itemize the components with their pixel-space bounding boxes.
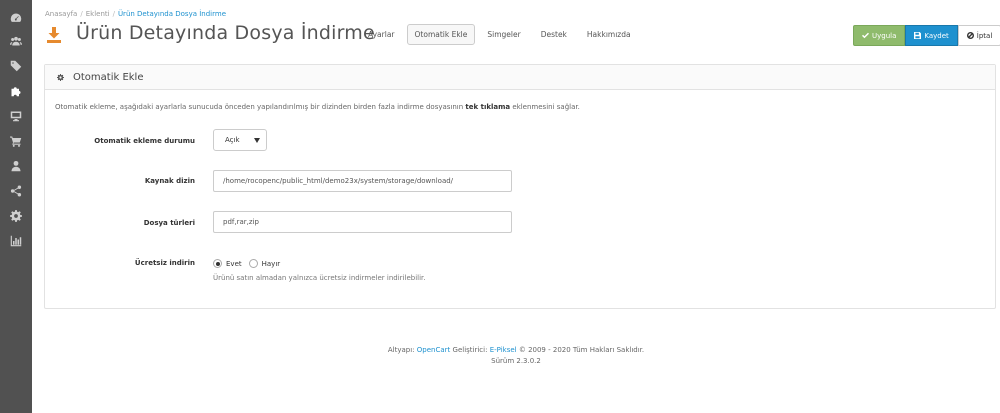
action-buttons: Uygula Kaydet İptal: [853, 25, 1000, 46]
status-label: Otomatik ekleme durumu: [94, 137, 195, 145]
tab-about[interactable]: Hakkımızda: [579, 24, 639, 45]
free-download-yes-radio[interactable]: [213, 259, 222, 268]
status-select[interactable]: Açık: [213, 129, 267, 151]
free-download-no-radio[interactable]: [248, 259, 258, 268]
gear-icon: [57, 73, 64, 81]
tab-bar: Ayarlar Otomatik Ekle Simgeler Destek Ha…: [360, 24, 643, 45]
download-icon: [47, 27, 61, 43]
apply-button-label: Uygula: [872, 31, 897, 40]
breadcrumb-separator: /: [80, 10, 83, 18]
ban-icon: [966, 32, 974, 39]
cancel-button-label: İptal: [976, 31, 993, 40]
intro-text-bold: tek tıklama: [465, 103, 511, 111]
tags-icon[interactable]: [8, 58, 24, 74]
page-title: Ürün Detayında Dosya İndirme: [76, 22, 375, 44]
chevron-down-icon: [254, 138, 260, 143]
floppy-icon: [914, 32, 922, 39]
check-icon: [862, 32, 869, 39]
free-download-radios: Evet Hayır: [213, 259, 287, 268]
source-dir-label: Kaynak dizin: [144, 177, 195, 185]
intro-text-start: Otomatik ekleme, aşağıdaki ayarlarla sun…: [55, 103, 466, 111]
breadcrumb-current-link[interactable]: Ürün Detayında Dosya İndirme: [118, 10, 226, 18]
intro-text: Otomatik ekleme, aşağıdaki ayarlarla sun…: [55, 103, 580, 111]
developer-link[interactable]: E-Piksel: [490, 346, 517, 354]
auto-add-panel: Otomatik Ekle Otomatik ekleme, aşağıdaki…: [44, 64, 996, 309]
share-icon[interactable]: [8, 183, 24, 199]
cancel-button[interactable]: İptal: [957, 25, 1000, 46]
apply-button[interactable]: Uygula: [853, 25, 906, 46]
users-icon[interactable]: [8, 33, 24, 49]
puzzle-icon[interactable]: [8, 83, 24, 99]
user-icon[interactable]: [8, 158, 24, 174]
breadcrumb-extensions-link[interactable]: Eklenti: [86, 10, 110, 18]
breadcrumb-home-link[interactable]: Anasayfa: [45, 10, 77, 18]
footer-copyright: © 2009 - 2020 Tüm Hakları Saklıdır.: [518, 346, 645, 354]
free-download-label: Ücretsiz indirin: [134, 259, 195, 267]
dashboard-icon[interactable]: [8, 10, 24, 26]
footer-developer-prefix: Geliştirici:: [452, 346, 488, 354]
cart-icon[interactable]: [8, 133, 24, 149]
save-button-label: Kaydet: [924, 31, 949, 40]
footer: Altyapı: OpenCart Geliştirici: E-Piksel …: [0, 345, 1000, 367]
save-button[interactable]: Kaydet: [905, 25, 958, 46]
status-select-value: Açık: [225, 136, 240, 144]
free-download-no-label[interactable]: Hayır: [262, 260, 281, 268]
source-dir-input[interactable]: /home/rocopenc/public_html/demo23x/syste…: [213, 170, 512, 192]
footer-version: Sürüm 2.3.0.2: [491, 357, 541, 365]
desktop-icon[interactable]: [8, 108, 24, 124]
footer-credits: Altyapı: OpenCart Geliştirici: E-Piksel …: [32, 345, 1000, 356]
tab-icons[interactable]: Simgeler: [479, 24, 528, 45]
file-types-label: Dosya türleri: [143, 219, 195, 227]
tab-auto-add[interactable]: Otomatik Ekle: [406, 24, 476, 45]
free-download-yes-label[interactable]: Evet: [226, 260, 242, 268]
footer-powered-prefix: Altyapı:: [387, 346, 415, 354]
cog-icon[interactable]: [8, 208, 24, 224]
opencart-link[interactable]: OpenCart: [417, 346, 451, 354]
intro-text-end: eklenmesini sağlar.: [510, 103, 580, 111]
bar-chart-icon[interactable]: [8, 233, 24, 249]
tab-settings[interactable]: Ayarlar: [360, 24, 403, 45]
panel-heading: Otomatik Ekle: [45, 65, 995, 90]
free-download-help: Ürünü satın almadan yalnızca ücretsiz in…: [213, 274, 426, 282]
file-types-input[interactable]: pdf,rar,zip: [213, 211, 512, 233]
breadcrumb: Anasayfa / Eklenti / Ürün Detayında Dosya İn…: [45, 10, 226, 18]
panel-title: Otomatik Ekle: [73, 71, 144, 83]
breadcrumb-separator: /: [112, 10, 115, 18]
tab-support[interactable]: Destek: [533, 24, 575, 45]
